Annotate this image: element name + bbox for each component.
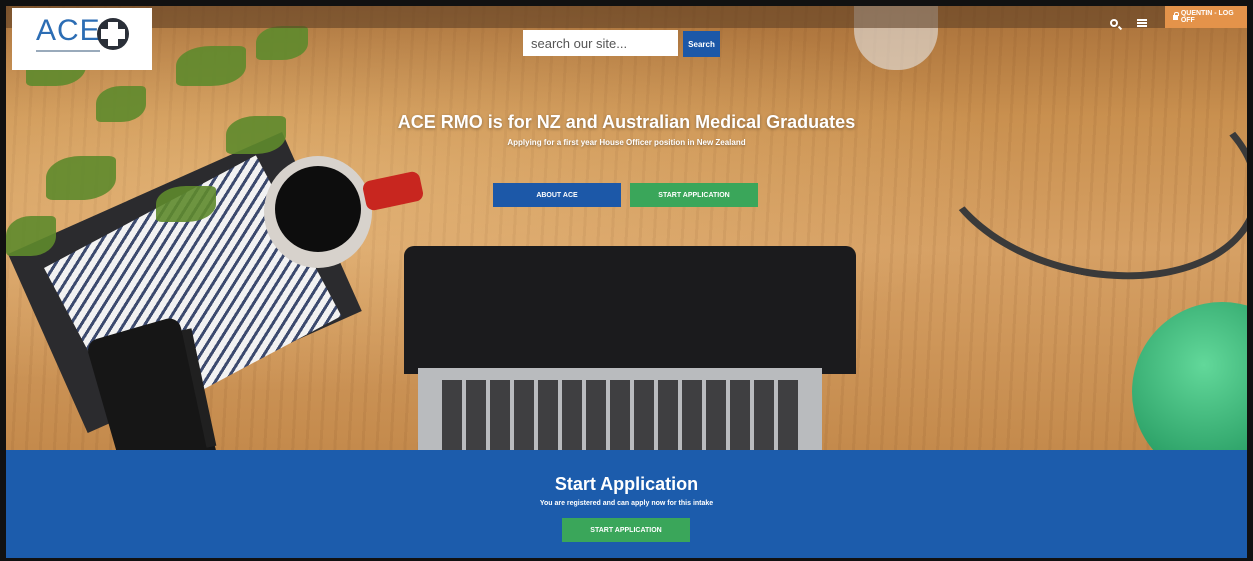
plant-leaf (256, 26, 308, 60)
hero-subtitle: Applying for a first year House Officer … (507, 138, 746, 147)
mug-handle-decoration (361, 170, 425, 212)
plant-leaf (156, 186, 216, 222)
search-icon[interactable] (1110, 19, 1118, 27)
laptop-keyboard-decoration (442, 380, 798, 450)
top-bar (6, 6, 1247, 28)
page-frame: ACE QUENTIN - LOG OFF Search ACE RMO is … (0, 0, 1253, 561)
plant-leaf (6, 216, 56, 256)
search-input[interactable] (523, 30, 678, 56)
laptop-screen-decoration (404, 246, 856, 374)
lock-icon (1173, 11, 1179, 20)
start-application-section: Start Application You are registered and… (6, 450, 1247, 558)
coffee-mug-decoration (264, 156, 372, 268)
user-logoff-label: QUENTIN - LOG OFF (1180, 10, 1234, 24)
section-subtitle: You are registered and can apply now for… (539, 500, 714, 507)
start-application-button[interactable]: START APPLICATION (630, 183, 758, 207)
logo-tagline-line (36, 50, 100, 52)
stethoscope-decoration (913, 33, 1247, 309)
menu-icon[interactable] (1137, 19, 1147, 27)
plant-leaf (176, 46, 246, 86)
user-logoff-button[interactable]: QUENTIN - LOG OFF (1165, 6, 1247, 28)
site-logo[interactable]: ACE (12, 8, 152, 70)
about-ace-button[interactable]: ABOUT ACE (493, 183, 621, 207)
hero-title: ACE RMO is for NZ and Australian Medical… (397, 112, 856, 132)
hero-section: ACE QUENTIN - LOG OFF Search ACE RMO is … (6, 6, 1247, 487)
globe-cross-icon (97, 18, 129, 50)
search-button[interactable]: Search (683, 31, 720, 57)
section-title: Start Application (554, 474, 699, 494)
plant-leaf (46, 156, 116, 200)
logo-text: ACE (36, 14, 101, 47)
section-start-application-button[interactable]: START APPLICATION (562, 518, 690, 542)
